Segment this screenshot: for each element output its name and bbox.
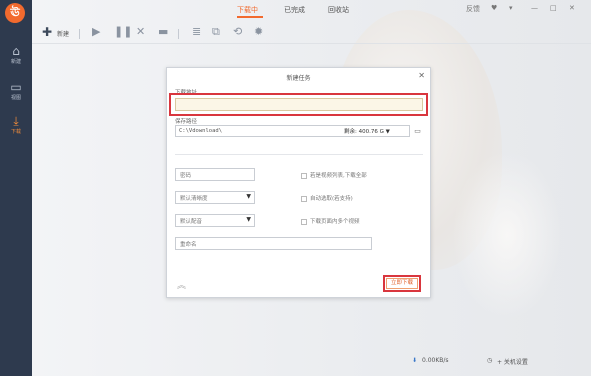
top-bar: 下载中 已完成 回收站 反馈 ♥ ▾ — □ ✕ <box>32 0 591 20</box>
free-space-text: 剩余: 400.76 G <box>344 129 384 135</box>
dialog-title: 新建任务 <box>286 75 311 82</box>
add-icon[interactable]: ✚ <box>42 25 52 39</box>
delete-icon[interactable]: ✕ <box>136 25 145 39</box>
sidebar-item-label: 新建 <box>10 59 21 65</box>
quality-value: 默认清晰度 <box>180 196 208 202</box>
toolbar-divider <box>178 29 179 39</box>
new-task-button[interactable]: 新建 <box>57 29 69 38</box>
app-logo-icon: ঊ <box>5 3 25 23</box>
refresh-icon[interactable]: ⟲ <box>233 25 242 39</box>
chevron-down-icon: ▼ <box>246 193 251 200</box>
home-icon: ⌂ <box>12 44 20 58</box>
tab-downloading[interactable]: 下载中 <box>237 5 258 15</box>
chevron-down-icon: ▼ <box>246 216 251 223</box>
minimize-icon[interactable]: — <box>531 4 538 12</box>
checkbox-label: 下载页面内多个视频 <box>310 219 360 225</box>
shutdown-setting-link[interactable]: + 关机设置 <box>497 357 528 366</box>
expand-chevron-icon[interactable]: ︽ <box>177 278 186 291</box>
active-tab-indicator <box>237 16 263 18</box>
left-sidebar: ঊ ⌂ 新建 ▭ 视图 ⤓ 下载 <box>0 0 32 376</box>
download-speed: 0.00KB/s <box>422 357 449 364</box>
checkbox-box <box>301 195 307 202</box>
multi-video-checkbox[interactable]: 下载页面内多个视频 <box>301 217 360 225</box>
close-icon[interactable]: ✕ <box>418 71 425 80</box>
download-icon: ⤓ <box>13 114 19 128</box>
sidebar-item-label: 下载 <box>10 129 21 135</box>
tab-completed[interactable]: 已完成 <box>284 5 305 15</box>
free-space-dropdown[interactable]: 剩余: 400.76 G ▼ <box>344 127 390 135</box>
download-speed-icon: ⬇ <box>412 357 418 364</box>
url-input[interactable] <box>175 98 423 111</box>
new-task-dialog: 新建任务 ✕ 下载地址 保存路径 C:\Vdownload\ 剩余: 400.7… <box>166 67 431 298</box>
audio-select[interactable]: 默认配音 ▼ <box>175 214 255 227</box>
password-field[interactable]: 密码 <box>175 168 255 181</box>
audio-value: 默认配音 <box>180 219 203 225</box>
sidebar-item-view[interactable]: ▭ 视图 <box>0 78 32 108</box>
maximize-icon[interactable]: □ <box>550 4 557 12</box>
play-icon[interactable]: ▶ <box>92 25 100 39</box>
toolbar: ✚ 新建 ▶ ❚❚ ✕ ▬ ≣ ⧉ ⟲ ✹ <box>32 22 591 44</box>
auto-select-checkbox[interactable]: 自动选取(若支持) <box>301 194 353 202</box>
skin-icon[interactable]: ♥ <box>491 4 497 12</box>
download-all-checkbox[interactable]: 若是视频列表,下载全部 <box>301 171 367 179</box>
download-now-button[interactable]: 立即下载 <box>386 278 418 289</box>
sidebar-item-label: 视图 <box>10 95 21 101</box>
close-icon[interactable]: ✕ <box>569 4 575 12</box>
divider <box>175 154 423 155</box>
checkbox-box <box>301 172 307 179</box>
rename-field[interactable]: 重命名 <box>175 237 372 250</box>
checkbox-label: 若是视频列表,下载全部 <box>310 173 367 179</box>
browse-folder-icon[interactable]: ▭ <box>412 125 423 137</box>
path-label: 保存路径 <box>175 119 198 125</box>
quality-select[interactable]: 默认清晰度 ▼ <box>175 191 255 204</box>
background-image <box>452 150 562 320</box>
folder-icon[interactable]: ▬ <box>158 25 168 39</box>
clock-icon: ◷ <box>487 357 493 364</box>
monitor-icon: ▭ <box>10 80 22 94</box>
pause-icon[interactable]: ❚❚ <box>114 25 132 39</box>
sidebar-item-download[interactable]: ⤓ 下载 <box>0 112 32 142</box>
sidebar-item-new[interactable]: ⌂ 新建 <box>0 42 32 72</box>
chevron-down-icon: ▼ <box>385 129 390 135</box>
menu-icon[interactable]: ▾ <box>509 4 513 12</box>
feedback-link[interactable]: 反馈 <box>466 4 480 14</box>
toolbar-divider <box>79 29 80 39</box>
link-icon[interactable]: ⧉ <box>212 25 220 39</box>
checkbox-label: 自动选取(若支持) <box>310 196 353 202</box>
list-icon[interactable]: ≣ <box>192 25 201 39</box>
tab-recycle-bin[interactable]: 回收站 <box>328 5 349 15</box>
settings-icon[interactable]: ✹ <box>254 25 263 39</box>
checkbox-box <box>301 218 307 225</box>
